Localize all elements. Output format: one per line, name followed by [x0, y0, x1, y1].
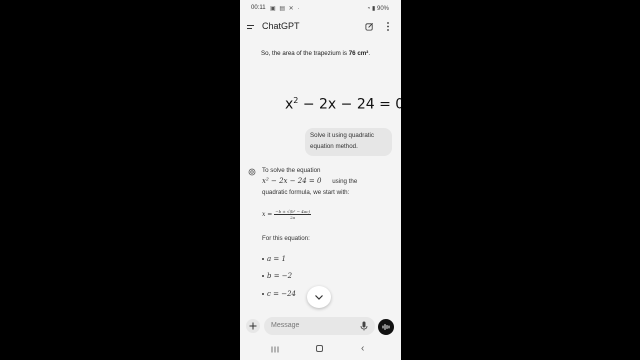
home-icon[interactable]	[316, 345, 323, 352]
microphone-icon[interactable]	[360, 321, 368, 331]
response-equation-line: x² − 2x − 24 = 0 using the	[262, 177, 358, 185]
status-right: ◔ ▮ 90%	[367, 5, 389, 12]
notification-icons: ▣ ▤ ✕ ·	[270, 6, 301, 12]
app-header: ChatGPT	[240, 17, 401, 37]
message-input[interactable]: Message	[264, 317, 375, 335]
menu-icon[interactable]	[247, 25, 255, 30]
more-options-icon[interactable]	[386, 21, 390, 32]
signal-icon: ▮	[372, 6, 376, 12]
area-value: 76 cm²	[348, 50, 369, 57]
attach-button[interactable]	[246, 319, 260, 333]
quadratic-formula: x = −b ± √(b² − 4ac) 2a	[262, 209, 311, 220]
list-item: c = −24	[262, 289, 296, 300]
chevron-down-icon	[315, 295, 323, 300]
voice-mode-button[interactable]	[378, 319, 394, 335]
formula-fraction: −b ± √(b² − 4ac) 2a	[274, 209, 311, 220]
new-chat-icon[interactable]	[365, 22, 374, 31]
list-item: b = −2	[262, 271, 292, 282]
user-message-line: Solve it using quadratic	[310, 132, 374, 139]
user-message-line: equation method.	[310, 143, 358, 150]
chatgpt-logo-icon	[248, 168, 256, 176]
status-bar: 00:11 ▣ ▤ ✕ · ◔ ▮ 90%	[240, 0, 401, 16]
wifi-icon: ◔	[366, 6, 371, 12]
status-time: 00:11	[251, 5, 266, 11]
response-formula-text: quadratic formula, we start with:	[262, 189, 350, 196]
list-item: a = 1	[262, 254, 286, 265]
back-icon[interactable]: ‹	[361, 343, 364, 354]
inline-equation: x² − 2x − 24 = 0	[262, 177, 322, 185]
recent-apps-icon[interactable]	[271, 346, 279, 353]
android-nav-bar: ‹	[240, 340, 401, 360]
user-message-bubble: Solve it using quadratic equation method…	[305, 128, 392, 156]
equation-image: x2 − 2x − 24 = 0	[285, 96, 401, 113]
waveform-icon	[382, 324, 390, 330]
battery-level: 90%	[376, 6, 389, 12]
for-this-equation: For this equation:	[262, 235, 310, 242]
scroll-down-button[interactable]	[307, 286, 331, 308]
message-placeholder: Message	[271, 322, 300, 329]
composer-bar: Message	[240, 314, 401, 338]
response-intro: To solve the equation	[262, 167, 321, 174]
app-title: ChatGPT	[262, 21, 300, 31]
phone-screen: 00:11 ▣ ▤ ✕ · ◔ ▮ 90% ChatGPT So, the ar…	[240, 0, 401, 360]
assistant-message-previous: So, the area of the trapezium is 76 cm².	[261, 50, 371, 57]
plus-icon	[249, 322, 257, 330]
